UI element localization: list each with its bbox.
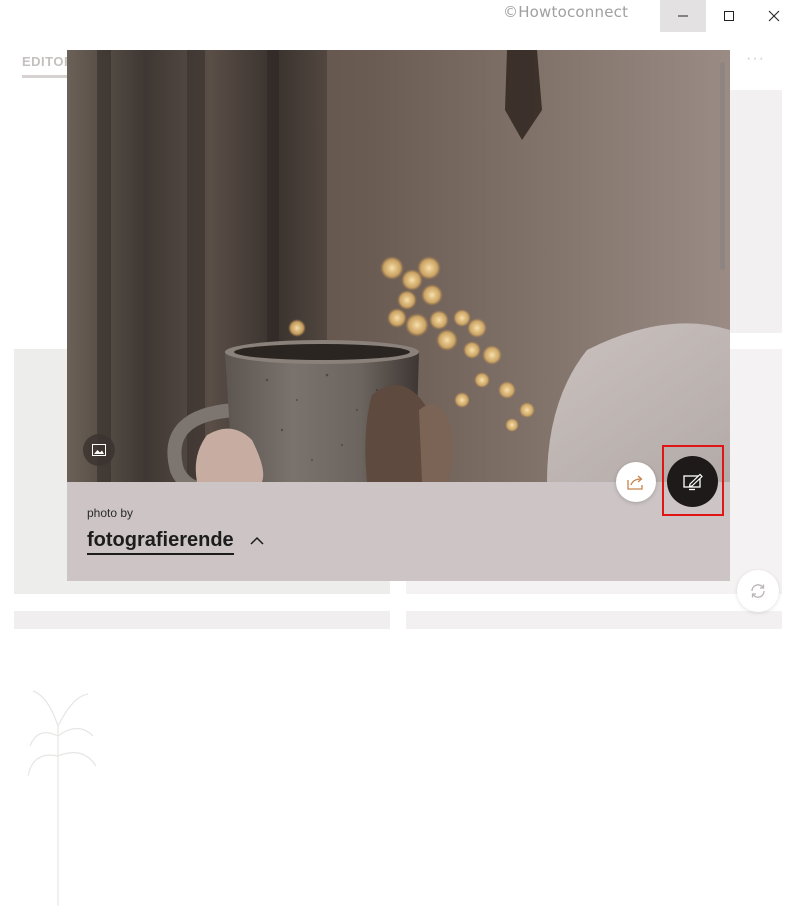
share-icon	[627, 475, 643, 490]
maximize-button[interactable]	[707, 0, 751, 32]
close-button[interactable]	[752, 0, 793, 32]
card-scrollbar[interactable]	[720, 62, 725, 270]
refresh-button[interactable]	[737, 570, 779, 612]
annotation-highlight	[662, 445, 724, 516]
photo-credit-label: photo by	[87, 506, 134, 520]
coffee-mug-photo	[67, 50, 730, 482]
plant-illustration	[28, 690, 97, 906]
collapse-details-button[interactable]	[247, 530, 267, 550]
wallpaper-photo	[67, 50, 730, 482]
wallpaper-tile[interactable]	[14, 611, 390, 629]
image-info-button[interactable]	[83, 434, 115, 466]
refresh-icon	[751, 584, 765, 598]
close-icon	[768, 10, 780, 22]
chevron-up-icon	[250, 536, 264, 545]
window-titlebar: ©Howtoconnect	[0, 0, 793, 32]
photo-detail-card: photo by fotografierende	[67, 50, 730, 581]
maximize-icon	[724, 11, 734, 21]
watermark-text: ©Howtoconnect	[503, 3, 629, 21]
share-button[interactable]	[616, 462, 656, 502]
wallpaper-tile[interactable]	[406, 611, 782, 629]
minimize-icon	[678, 15, 688, 17]
wallpaper-tile[interactable]	[728, 90, 782, 333]
more-options-button[interactable]: ···	[746, 50, 765, 68]
minimize-button[interactable]	[660, 0, 706, 32]
image-icon	[92, 444, 106, 456]
photographer-name-link[interactable]: fotografierende	[87, 529, 234, 555]
